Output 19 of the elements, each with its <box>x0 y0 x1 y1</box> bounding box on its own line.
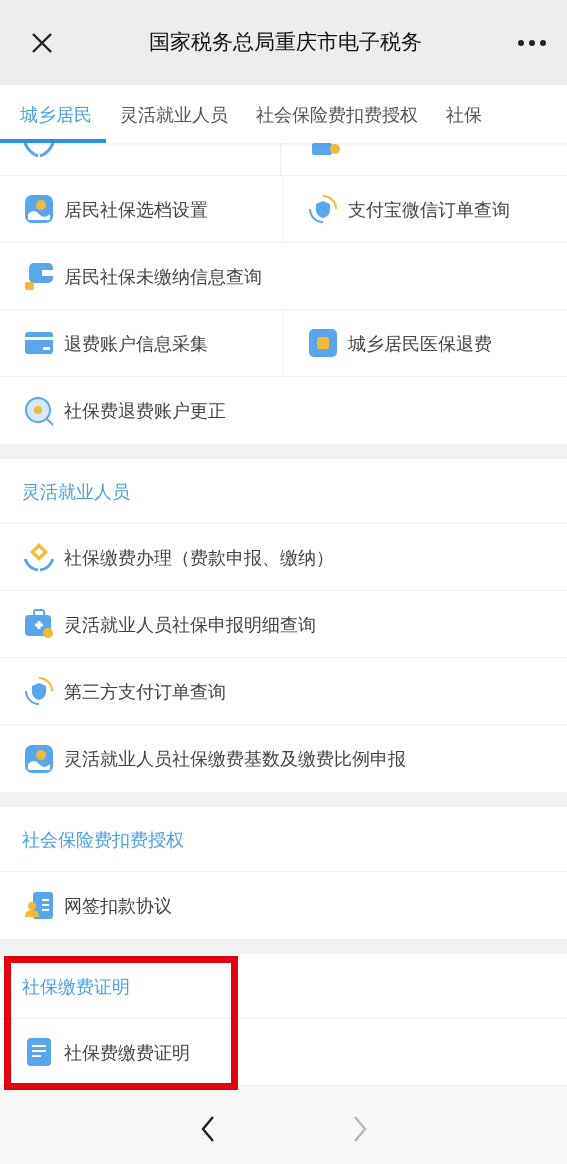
menu-item[interactable]: 第三方支付订单查询 <box>64 677 226 705</box>
page-title: 国家税务总局重庆市电子税务 <box>148 28 423 56</box>
tab[interactable]: 社会保险费扣费授权 <box>242 85 432 143</box>
menu-item[interactable]: 灵活就业人员社保缴费基数及缴费比例申报 <box>64 745 406 772</box>
tab[interactable]: 灵活就业人员 <box>106 85 242 143</box>
menu-item[interactable]: 支付宝微信订单查询 <box>348 195 510 223</box>
menu-item[interactable]: 灵活就业人员社保申报明细查询 <box>64 610 316 638</box>
menu-item[interactable]: 居民社保未缴纳信息查询 <box>64 262 262 290</box>
tab[interactable]: 社保 <box>432 85 496 143</box>
menu-item[interactable]: 社保缴费办理（费款申报、缴纳） <box>64 543 334 571</box>
menu-item[interactable]: 社保费缴费证明 <box>64 1038 190 1066</box>
menu-item[interactable]: 城乡居民医保退费 <box>348 329 492 357</box>
section-title: 灵活就业人员 <box>22 479 130 504</box>
menu-item[interactable]: 社保费退费账户更正 <box>64 397 226 424</box>
menu-item[interactable]: 退费账户信息采集 <box>64 329 208 357</box>
section-title: 社保缴费证明 <box>22 974 130 999</box>
menu-item[interactable]: 网签扣款协议 <box>64 892 172 919</box>
section-title: 社会保险费扣费授权 <box>22 827 184 852</box>
menu-item[interactable]: 居民社保选档设置 <box>64 195 208 223</box>
